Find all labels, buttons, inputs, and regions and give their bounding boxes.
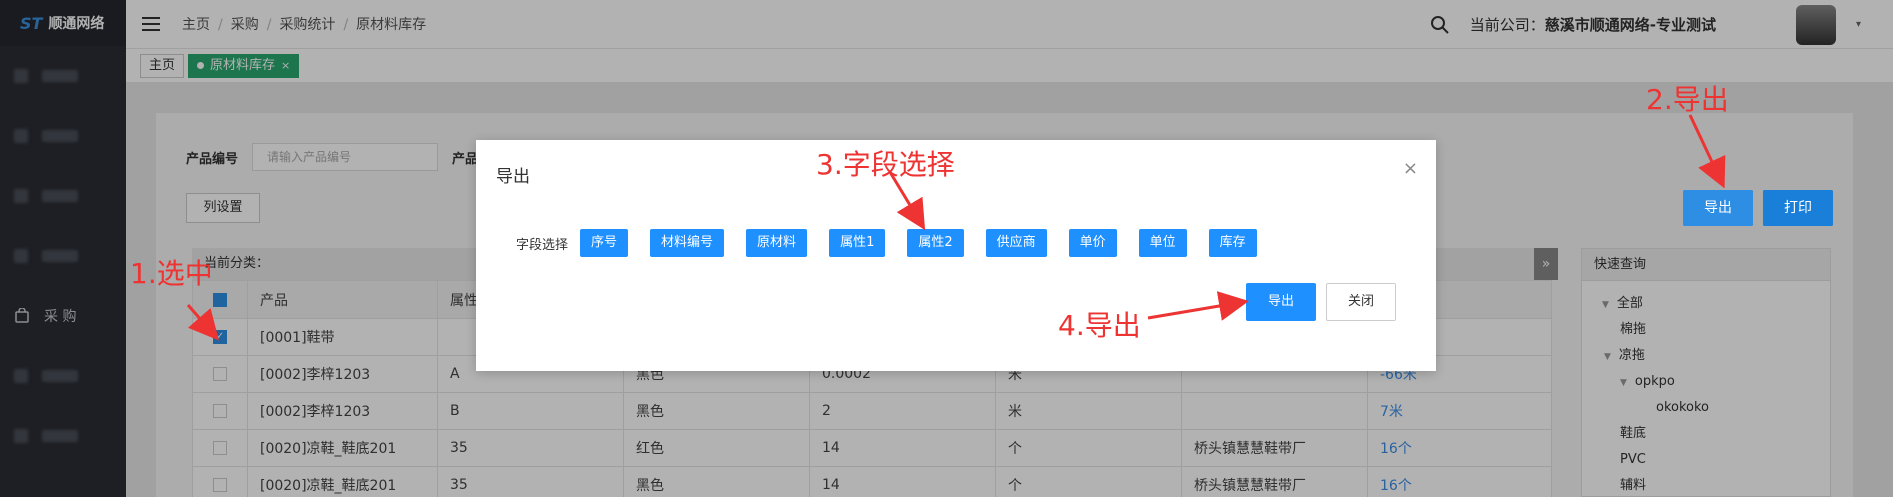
annotation-arrows (186, 114, 1726, 341)
export-button-highlight[interactable]: 导出 (1683, 190, 1753, 226)
print-button-highlight[interactable]: 打印 (1763, 190, 1833, 226)
annotation-step1: 1.选中 (130, 257, 213, 290)
annotation-step2: 2.导出 (1646, 83, 1729, 116)
annotation-step3: 3.字段选择 (816, 148, 955, 181)
annotation-step4: 4.导出 (1058, 309, 1141, 342)
